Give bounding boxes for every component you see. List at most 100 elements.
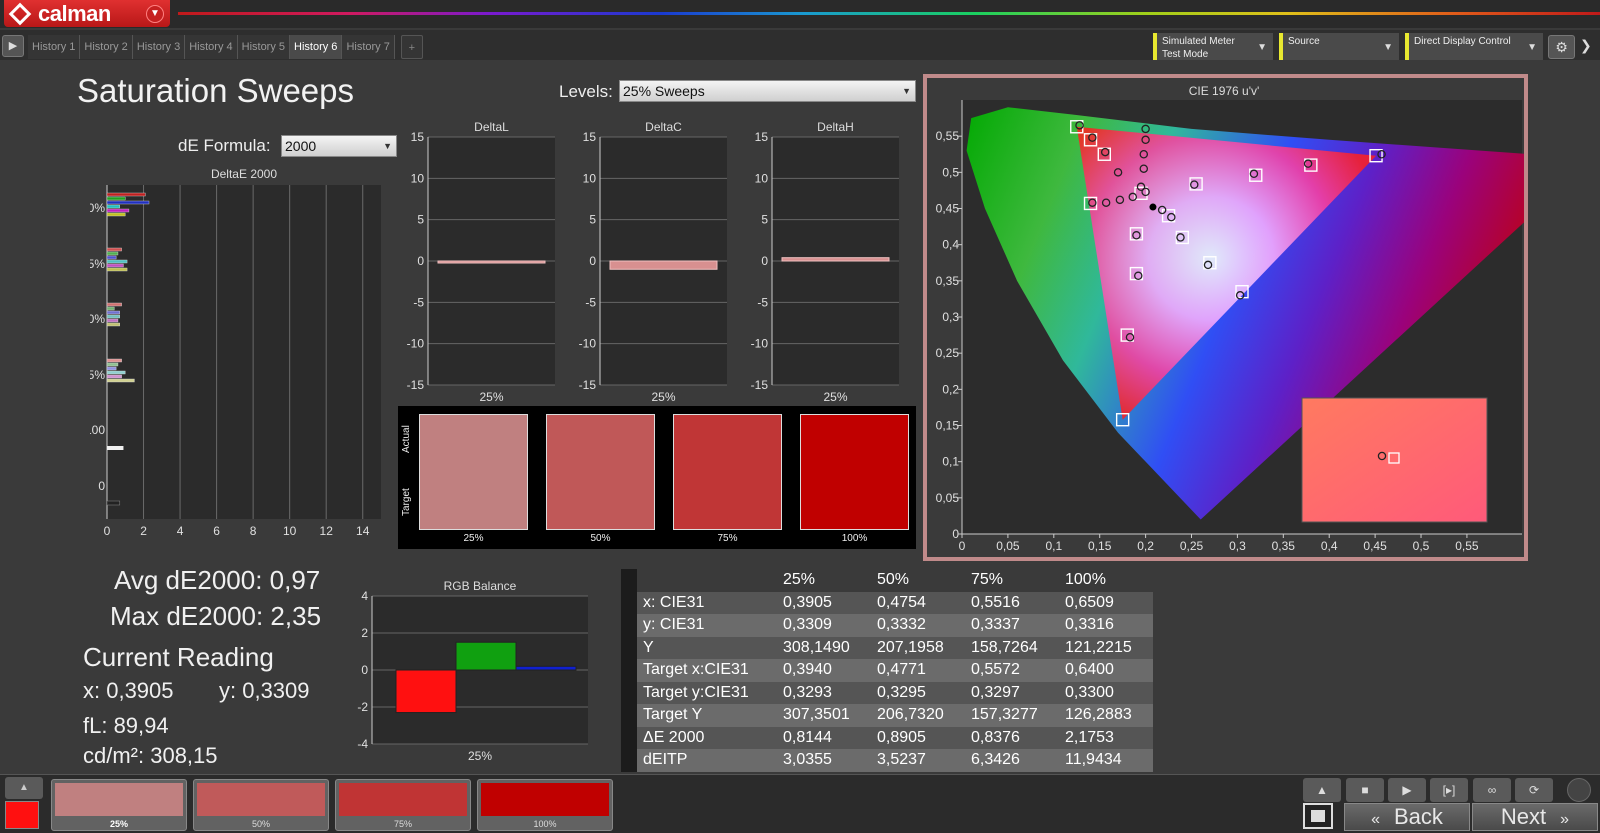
bottom-swatch-75%[interactable]: 75% (335, 779, 471, 831)
stop-icon[interactable]: ■ (1346, 778, 1384, 802)
table-cell: 207,1958 (871, 636, 965, 659)
table-cell: 2,1753 (1059, 726, 1153, 749)
chevron-up-icon[interactable]: ▲ (1303, 778, 1341, 802)
table-cell: 0,3295 (871, 681, 965, 704)
next-button[interactable]: Next » (1472, 803, 1598, 831)
tab-history-1[interactable]: History 1 (28, 35, 81, 59)
tab-history-5[interactable]: History 5 (237, 35, 291, 59)
cie-y-tick: 0,25 (936, 346, 960, 360)
source-dropdown[interactable]: Source ▼ (1279, 33, 1399, 60)
gear-icon[interactable]: ⚙ (1548, 35, 1575, 59)
tab-history-6[interactable]: History 6 (290, 35, 343, 59)
chevron-down-icon: ▼ (902, 86, 911, 96)
table-cell: 0,8144 (777, 726, 871, 749)
deltae-bar (106, 378, 135, 383)
table-header-cell: 100% (1059, 569, 1153, 592)
table-cell: 308,1490 (777, 636, 871, 659)
row-marker (621, 569, 637, 592)
add-tab-icon[interactable]: + (400, 35, 423, 59)
table-row: y: CIE31 0,3309 0,3332 0,3337 0,3316 (621, 614, 1153, 637)
actual-label: Actual (401, 425, 412, 453)
bottom-swatch-label: 50% (251, 819, 270, 829)
tab-history-2[interactable]: History 2 (80, 35, 133, 59)
table-header-row: 25% 50% 75% 100% (621, 569, 1153, 592)
swatch-100% (800, 414, 909, 530)
measurement-table: 25% 50% 75% 100% x: CIE31 0,3905 0,4754 0,5516 0… (621, 569, 1153, 772)
current-fl: fL: 89,94 (83, 713, 169, 738)
avg-de: Avg dE2000: 0,97 (114, 565, 321, 595)
deltah-y-tick: 10 (755, 171, 769, 185)
swatch-label: 75% (717, 533, 738, 544)
deltae-bar (106, 259, 128, 264)
cie-x-tick: 0,05 (996, 539, 1020, 553)
play-icon[interactable]: ▶ (1388, 778, 1426, 802)
deltae-bar (106, 322, 120, 327)
tab-history-4[interactable]: History 4 (185, 35, 238, 59)
table-cell: 0,3332 (871, 614, 965, 637)
rgb-y-tick: 4 (361, 589, 368, 603)
deltae-x-tick: 10 (283, 524, 297, 538)
table-cell: 0,3316 (1059, 614, 1153, 637)
tab-history-7[interactable]: History 7 (342, 35, 395, 59)
back-button[interactable]: « Back (1344, 803, 1470, 831)
table-cell: 6,3426 (965, 749, 1059, 772)
table-header-cell: 50% (871, 569, 965, 592)
cie-chart: 0 0,05 0,1 0,15 0,2 0,25 0,3 0,35 0,4 0,45 0,5 0,55… (936, 100, 1524, 553)
table-cell: 0,3297 (965, 681, 1059, 704)
refresh-icon[interactable]: ⟳ (1515, 778, 1553, 802)
row-marker (621, 726, 637, 749)
loop-icon[interactable]: ∞ (1473, 778, 1511, 802)
deltae-bar (106, 212, 126, 217)
table-cell: 121,2215 (1059, 636, 1153, 659)
deltah-y-tick: -10 (751, 337, 769, 351)
record-icon[interactable] (1567, 778, 1591, 802)
chevron-up-icon[interactable]: ▲ (5, 777, 43, 799)
bottom-swatch-25%[interactable]: 25% (51, 779, 187, 831)
table-cell: 0,8376 (965, 726, 1059, 749)
table-cell: 0,4771 (871, 659, 965, 682)
deltal-y-tick: 10 (411, 171, 425, 185)
deltac-y-tick: -5 (585, 295, 596, 309)
bottom-swatch-label: 25% (109, 819, 128, 829)
table-row: x: CIE31 0,3905 0,4754 0,5516 0,6509 (621, 591, 1153, 614)
swatch-75% (673, 414, 782, 530)
deltae-x-tick: 4 (177, 524, 184, 538)
cie-x-tick: 0,55 (1455, 539, 1479, 553)
double-chevron-left-icon: « (1371, 811, 1380, 828)
bottom-swatch-100%[interactable]: 100% (477, 779, 613, 831)
de-formula-label: dE Formula: (178, 136, 271, 155)
table-cell: 307,3501 (777, 704, 871, 727)
table-cell: 206,7320 (871, 704, 965, 727)
bracket-play-icon[interactable]: [▸] (1430, 778, 1468, 802)
deltae-bar (106, 247, 122, 252)
deltae-bar (106, 370, 126, 375)
deltae-row-label: 100% (90, 201, 105, 215)
chevron-down-icon[interactable]: ▼ (146, 5, 164, 23)
deltae-bar (106, 314, 120, 319)
rgb-x-label: 25% (468, 749, 492, 763)
row-marker (621, 614, 637, 637)
cie-y-tick: 0,4 (942, 238, 959, 252)
table-header-cell: 25% (777, 569, 871, 592)
table-cell: Target x:CIE31 (637, 659, 777, 682)
calman-logo-button[interactable]: calman ▼ (4, 0, 170, 27)
bottom-swatch-50%[interactable]: 50% (193, 779, 329, 831)
table-cell: 0,8905 (871, 726, 965, 749)
deltac-y-tick: -15 (579, 378, 597, 392)
meter-dropdown[interactable]: Simulated Meter Test Mode ▼ (1153, 33, 1273, 60)
cie-y-tick: 0,1 (942, 455, 959, 469)
bottom-swatch-fill (481, 783, 609, 816)
table-header-cell: 75% (965, 569, 1059, 592)
table-cell: 0,3940 (777, 659, 871, 682)
stop-measure-button[interactable] (1303, 803, 1333, 829)
deltae-row-label: 100 (90, 423, 105, 437)
tab-history-3[interactable]: History 3 (132, 35, 186, 59)
cie-y-tick: 0,05 (936, 491, 960, 505)
play-icon[interactable]: ▶ (2, 35, 24, 57)
display-control-dropdown[interactable]: Direct Display Control ▼ (1405, 33, 1543, 60)
levels-select[interactable]: 25% Sweeps ▼ (619, 80, 916, 102)
de-formula-select[interactable]: 2000 ▼ (281, 135, 397, 157)
cie-x-tick: 0,4 (1321, 539, 1338, 553)
chevron-right-icon[interactable]: ❯ (1580, 37, 1592, 54)
deltae-row-label: 75% (90, 257, 105, 271)
